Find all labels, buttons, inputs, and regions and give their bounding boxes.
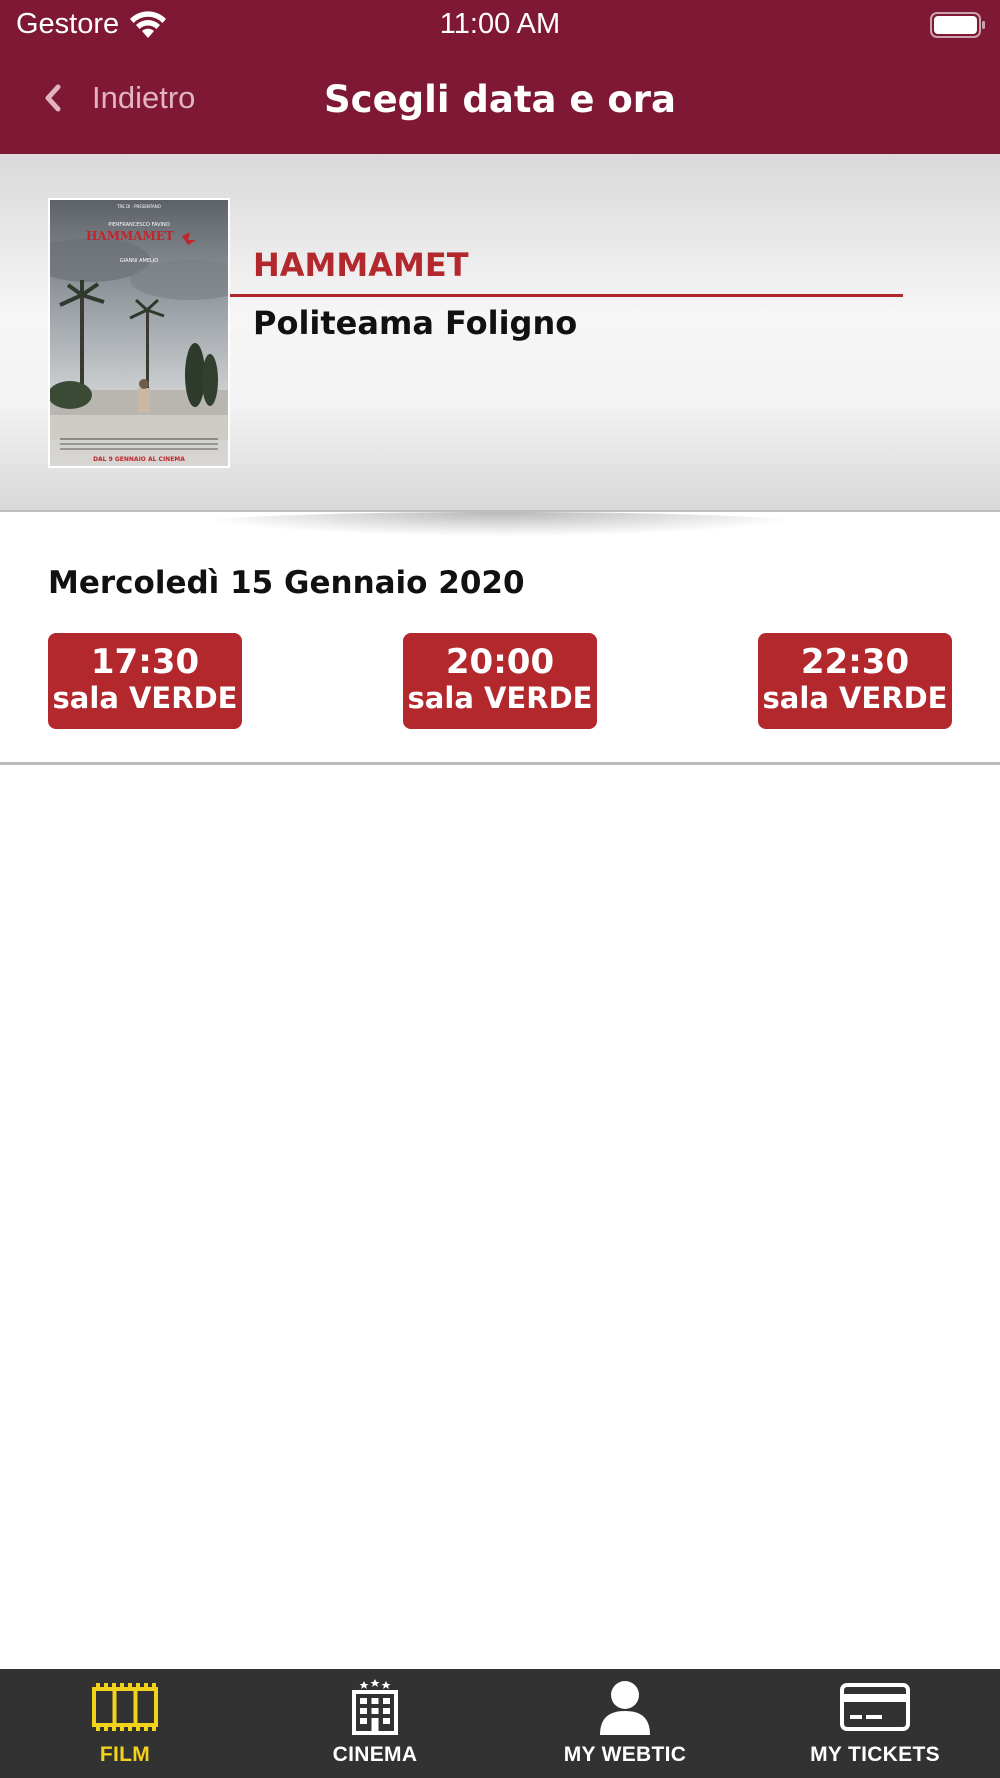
poster-director-text: GIANNI AMELIO — [120, 258, 158, 264]
showtime-time: 22:30 — [800, 642, 910, 682]
tab-my-tickets[interactable]: MY TICKETS — [750, 1669, 1000, 1778]
movie-title: HAMMAMET — [253, 246, 469, 284]
film-icon — [92, 1683, 158, 1731]
tab-film[interactable]: FILM — [0, 1669, 250, 1778]
tab-my-webtic-label: MY WEBTIC — [563, 1743, 687, 1766]
svg-text:TRE DI · PRESENTANO: TRE DI · PRESENTANO — [116, 204, 161, 209]
poster-image: TRE DI · PRESENTANO PIERFRANCESCO FAVINO… — [50, 200, 228, 466]
showtime-button[interactable]: 20:00 sala VERDE — [403, 633, 597, 729]
movie-poster: TRE DI · PRESENTANO PIERFRANCESCO FAVINO… — [48, 198, 230, 468]
movie-card: TRE DI · PRESENTANO PIERFRANCESCO FAVINO… — [0, 154, 1000, 512]
status-time: 11:00 AM — [439, 8, 561, 40]
showtime-time: 20:00 — [445, 642, 555, 682]
poster-actor-text: PIERFRANCESCO FAVINO — [108, 222, 169, 228]
title-divider — [230, 294, 903, 297]
showtime-room: sala VERDE — [407, 681, 593, 715]
poster-title-text: HAMMAMET — [86, 229, 174, 243]
section-divider — [0, 762, 1000, 765]
top-bar: Gestore 11:00 AM Indietro Scegli data e … — [0, 0, 1000, 154]
card-shadow — [190, 512, 810, 536]
tab-my-webtic[interactable]: MY WEBTIC — [500, 1669, 750, 1778]
card-icon — [840, 1683, 910, 1731]
page-title: Scegli data e ora — [323, 78, 676, 121]
tab-cinema[interactable]: CINEMA — [250, 1669, 500, 1778]
building-icon — [352, 1679, 398, 1735]
tab-film-label: FILM — [99, 1743, 151, 1766]
showtime-button[interactable]: 17:30 sala VERDE — [48, 633, 242, 729]
tab-bar: FILM CINEMA MY WEBTIC MY TICKETS — [0, 1669, 1000, 1778]
showtime-room: sala VERDE — [762, 681, 948, 715]
showtime-room: sala VERDE — [52, 681, 238, 715]
poster-release-text: DAL 9 GENNAIO AL CINEMA — [93, 456, 185, 463]
schedule-date: Mercoledì 15 Gennaio 2020 — [48, 565, 525, 601]
tab-my-tickets-label: MY TICKETS — [810, 1743, 940, 1766]
showtime-button[interactable]: 22:30 sala VERDE — [758, 633, 952, 729]
showtime-time: 17:30 — [90, 642, 200, 682]
tab-cinema-label: CINEMA — [332, 1743, 418, 1766]
battery-icon — [930, 12, 985, 38]
user-icon — [600, 1681, 650, 1735]
cinema-name: Politeama Foligno — [253, 304, 578, 342]
